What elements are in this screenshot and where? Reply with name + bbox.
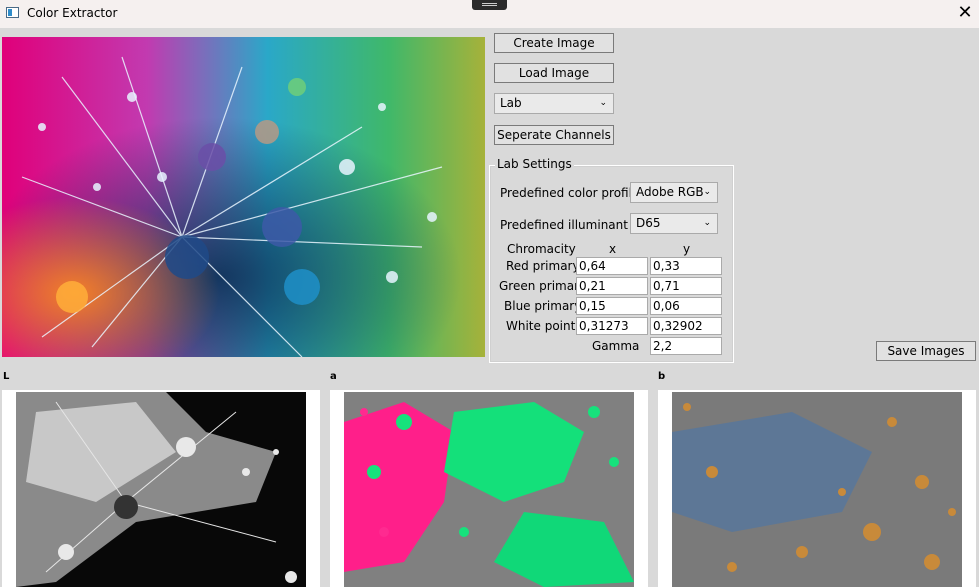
channel-b-image <box>672 392 962 587</box>
channel-a-image <box>344 392 634 587</box>
red-primary-label: Red primary <box>506 259 580 273</box>
white-point-label: White point <box>506 319 576 333</box>
color-space-value: Lab <box>500 96 522 110</box>
close-window-button[interactable]: ✕ <box>954 3 976 23</box>
gamma-label: Gamma <box>592 339 640 353</box>
channel-b-panel <box>658 390 976 587</box>
create-image-button[interactable]: Create Image <box>494 33 614 53</box>
y-header: y <box>683 242 691 256</box>
profile-label: Predefined color profile <box>500 186 640 200</box>
color-profile-value: Adobe RGB <box>636 185 704 199</box>
red-primary-y-field[interactable]: 0,33 <box>650 257 722 275</box>
blue-primary-x-field[interactable]: 0,15 <box>576 297 648 315</box>
source-image-preview <box>2 37 485 358</box>
chevron-down-icon: ⌄ <box>599 98 607 108</box>
illuminant-value: D65 <box>636 216 661 230</box>
separate-channels-button[interactable]: Seperate Channels <box>494 125 614 145</box>
white-point-x-field[interactable]: 0,31273 <box>576 317 648 335</box>
window-title: Color Extractor <box>27 6 118 20</box>
x-header: x <box>609 242 617 256</box>
chevron-down-icon: ⌄ <box>703 187 711 197</box>
chromacity-label: Chromacity <box>507 242 576 256</box>
channel-a-label: a <box>330 371 337 382</box>
green-primary-label: Green primary <box>499 279 587 293</box>
chevron-down-icon: ⌄ <box>703 218 711 228</box>
blue-primary-y-field[interactable]: 0,06 <box>650 297 722 315</box>
illuminant-select[interactable]: D65 ⌄ <box>630 213 718 234</box>
color-space-select[interactable]: Lab ⌄ <box>494 93 614 114</box>
lab-settings-title: Lab Settings <box>495 157 574 171</box>
white-point-y-field[interactable]: 0,32902 <box>650 317 722 335</box>
blue-primary-label: Blue primary <box>504 299 582 313</box>
color-profile-select[interactable]: Adobe RGB ⌄ <box>630 182 718 203</box>
app-window-icon <box>6 7 19 18</box>
channel-l-label: L <box>3 371 10 382</box>
green-primary-x-field[interactable]: 0,21 <box>576 277 648 295</box>
illuminant-label: Predefined illuminant <box>500 218 628 232</box>
channel-b-label: b <box>658 371 666 382</box>
channel-a-panel <box>330 390 648 587</box>
red-primary-x-field[interactable]: 0,64 <box>576 257 648 275</box>
save-images-button[interactable]: Save Images <box>876 341 976 361</box>
green-primary-y-field[interactable]: 0,71 <box>650 277 722 295</box>
channel-l-panel <box>2 390 320 587</box>
gamma-field[interactable]: 2,2 <box>650 337 722 355</box>
source-image <box>2 37 485 358</box>
snap-grip-handle[interactable] <box>472 0 507 10</box>
load-image-button[interactable]: Load Image <box>494 63 614 83</box>
channel-l-image <box>16 392 306 587</box>
title-bar: Color Extractor ✕ <box>0 0 979 28</box>
